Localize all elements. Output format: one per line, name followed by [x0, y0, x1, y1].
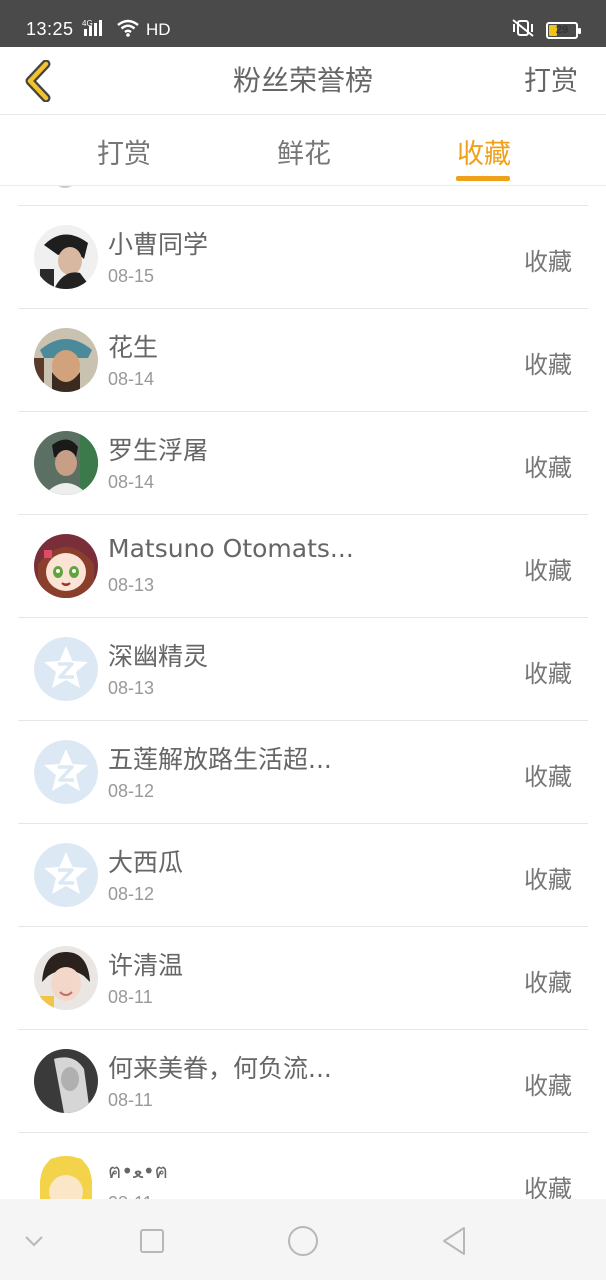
fan-list[interactable]: 小曹同学 08-15 收藏 花生 08-14 收藏 罗生浮屠 08-14 收藏 … [0, 186, 606, 1199]
chevron-down-icon [25, 1236, 43, 1247]
vibrate-off-icon [510, 18, 536, 42]
hd-label: HD [146, 20, 171, 39]
tab-flowers[interactable]: 鲜花 [276, 132, 332, 171]
list-item[interactable]: 深幽精灵 08-13 收藏 [18, 618, 588, 721]
square-icon [140, 1229, 164, 1253]
item-type: 收藏 [524, 557, 572, 585]
page-title: 粉丝荣誉榜 [232, 64, 373, 97]
wifi-icon [116, 18, 140, 42]
list-item[interactable]: 罗生浮屠 08-14 收藏 [18, 412, 588, 515]
system-nav-bar [0, 1199, 606, 1280]
item-date: 08-14 [108, 369, 155, 389]
item-date: 08-13 [108, 575, 155, 595]
default-avatar-icon [34, 843, 98, 907]
item-date: 08-14 [108, 472, 155, 492]
user-name: 五莲解放路生活超... [108, 745, 332, 774]
avatar[interactable] [34, 1152, 98, 1199]
list-item[interactable]: 五莲解放路生活超... 08-12 收藏 [18, 721, 588, 824]
list-item-partial [18, 186, 588, 206]
active-tab-indicator [456, 176, 510, 181]
avatar[interactable] [34, 740, 98, 804]
collapse-button[interactable] [16, 1223, 52, 1259]
list-item[interactable]: 花生 08-14 收藏 [18, 309, 588, 412]
status-time: 13:25 [26, 19, 74, 39]
item-type: 收藏 [524, 660, 572, 688]
back-nav-button[interactable] [436, 1223, 472, 1259]
user-name: 大西瓜 [108, 848, 184, 877]
tab-favorites[interactable]: 收藏 [456, 132, 512, 171]
item-type: 收藏 [524, 866, 572, 894]
recents-button[interactable] [134, 1223, 170, 1259]
avatar[interactable] [34, 534, 98, 598]
avatar[interactable] [34, 328, 98, 392]
avatar[interactable] [34, 637, 98, 701]
default-avatar-icon [34, 637, 98, 701]
item-type: 收藏 [524, 1175, 572, 1199]
item-type: 收藏 [524, 1072, 572, 1100]
item-date: 08-13 [108, 678, 155, 698]
item-date: 08-11 [108, 1090, 153, 1110]
item-type: 收藏 [524, 351, 572, 379]
list-item[interactable]: 许清温 08-11 收藏 [18, 927, 588, 1030]
user-name: 许清温 [108, 951, 184, 980]
item-date: 08-12 [108, 781, 155, 801]
battery-icon: 29 [546, 21, 581, 39]
list-item[interactable]: 大西瓜 08-12 收藏 [18, 824, 588, 927]
item-type: 收藏 [524, 969, 572, 997]
avatar[interactable] [34, 1049, 98, 1113]
list-item[interactable]: 小曹同学 08-15 收藏 [18, 206, 588, 309]
item-date: 08-12 [108, 884, 155, 904]
list-item[interactable]: Matsuno Otomats... 08-13 收藏 [18, 515, 588, 618]
item-type: 收藏 [524, 454, 572, 482]
status-bar: 13:25 4G HD 29 [0, 0, 606, 47]
list-item[interactable]: 何来美眷，何负流... 08-11 收藏 [18, 1030, 588, 1133]
avatar[interactable] [34, 225, 98, 289]
list-item[interactable]: ฅ•ﻌ•ฅ 08-11 收藏 [18, 1133, 588, 1199]
header: 粉丝荣誉榜 打赏 [0, 47, 606, 115]
default-avatar-icon [34, 740, 98, 804]
avatar[interactable] [34, 946, 98, 1010]
user-name: Matsuno Otomats... [108, 534, 354, 563]
user-name: 罗生浮屠 [108, 436, 209, 465]
battery-level: 29 [555, 24, 569, 36]
item-date: 08-11 [108, 987, 153, 1007]
circle-icon [288, 1226, 318, 1256]
home-button[interactable] [285, 1223, 321, 1259]
user-name: 花生 [108, 333, 159, 362]
item-type: 收藏 [524, 248, 572, 276]
tab-tip[interactable]: 打赏 [96, 132, 152, 171]
user-name: 何来美眷，何负流... [108, 1054, 332, 1083]
user-name: 小曹同学 [108, 230, 209, 259]
user-name: 深幽精灵 [108, 642, 209, 671]
signal-icon: 4G [82, 18, 110, 42]
avatar[interactable] [34, 843, 98, 907]
tab-bar: 打赏 鲜花 收藏 [0, 116, 606, 186]
avatar[interactable] [34, 431, 98, 495]
user-name: ฅ•ﻌ•ฅ [108, 1159, 169, 1183]
tip-button[interactable]: 打赏 [524, 59, 578, 98]
item-date: 08-15 [108, 266, 155, 286]
item-type: 收藏 [524, 763, 572, 791]
triangle-back-icon [443, 1227, 465, 1255]
